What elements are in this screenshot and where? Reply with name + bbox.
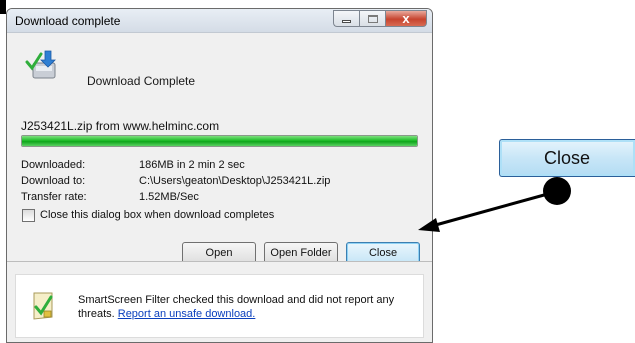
callout-arrowhead	[418, 218, 440, 232]
callout-pointer	[418, 177, 571, 232]
callout-arrow-line	[431, 190, 556, 228]
callout-dot	[543, 177, 571, 205]
